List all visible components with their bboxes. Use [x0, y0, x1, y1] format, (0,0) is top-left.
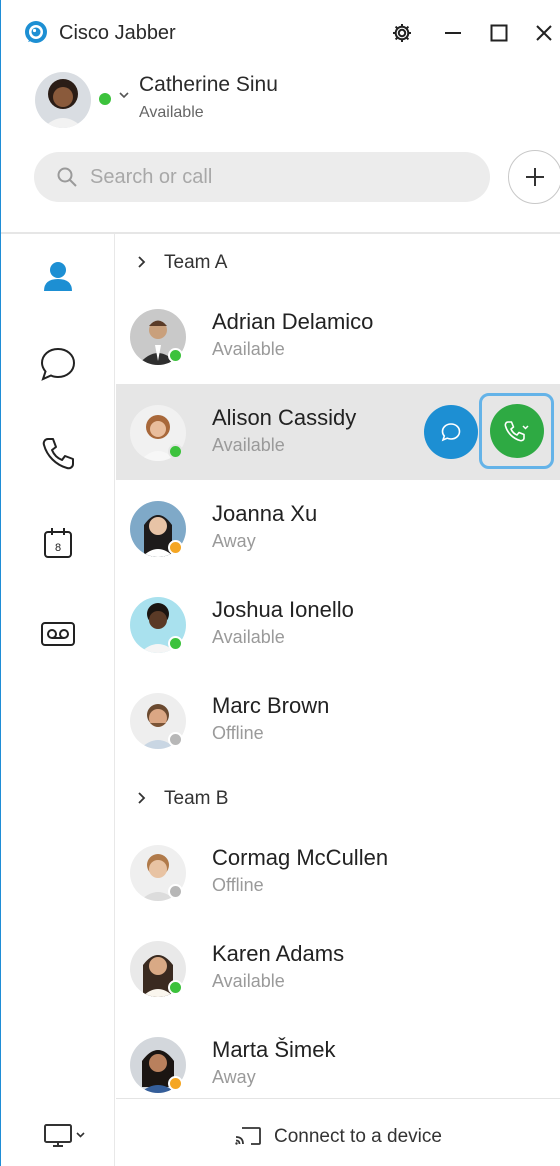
gear-icon	[393, 24, 411, 42]
maximize-icon	[490, 24, 508, 42]
group-label: Team A	[164, 252, 228, 273]
contact-name: Karen Adams	[212, 941, 345, 966]
profile-name: Catherine Sinu	[139, 73, 278, 96]
status-dot	[168, 1076, 183, 1091]
search-input[interactable]	[90, 152, 470, 202]
nav-meetings[interactable]: 8	[33, 518, 83, 568]
nav-chat[interactable]	[33, 339, 83, 389]
monitor-icon	[44, 1124, 85, 1147]
chevron-right-icon	[138, 256, 146, 268]
chat-bubble-icon	[441, 423, 461, 442]
status-dot	[168, 884, 183, 899]
status-dot	[168, 540, 183, 555]
jabber-logo-icon	[25, 21, 47, 43]
plus-icon	[526, 168, 544, 186]
close-button[interactable]	[529, 18, 559, 48]
left-nav: 8	[1, 234, 115, 1166]
app-title: Cisco Jabber	[59, 22, 176, 44]
chevron-down-icon[interactable]	[117, 88, 131, 102]
contact-row-marc-brown[interactable]: Marc Brown Offline	[116, 672, 560, 768]
contact-row-cormag-mccullen[interactable]: Cormag McCullen Offline	[116, 824, 560, 920]
group-header-team-a[interactable]: Team A	[116, 236, 560, 288]
profile-avatar-image	[35, 72, 91, 128]
close-icon	[536, 25, 552, 41]
contact-presence: Away	[212, 1067, 256, 1087]
calendar-day: 8	[55, 542, 61, 554]
maximize-button[interactable]	[484, 18, 514, 48]
call-button-focus-ring	[479, 393, 554, 469]
chat-bubble-icon	[40, 347, 76, 381]
cast-icon	[235, 1127, 261, 1145]
group-label: Team B	[164, 788, 229, 809]
minimize-icon	[445, 32, 461, 34]
contact-presence: Offline	[212, 723, 264, 743]
phone-icon	[42, 438, 74, 470]
profile-presence[interactable]: Available	[139, 104, 204, 122]
search-box[interactable]	[34, 152, 490, 202]
search-icon	[57, 167, 77, 187]
add-button[interactable]	[508, 150, 560, 204]
chevron-right-icon	[138, 792, 146, 804]
phone-dropdown-icon	[504, 421, 529, 442]
group-header-team-b[interactable]: Team B	[116, 772, 560, 824]
contact-presence: Available	[212, 339, 285, 359]
settings-button[interactable]	[387, 18, 417, 48]
contact-presence: Available	[212, 971, 285, 991]
call-button[interactable]	[489, 404, 544, 458]
contact-presence: Available	[212, 627, 285, 647]
status-dot	[168, 444, 183, 459]
status-dot	[168, 348, 183, 363]
contact-presence: Available	[212, 435, 285, 455]
contact-name: Marta Šimek	[212, 1037, 336, 1062]
contact-name: Joshua Ionello	[212, 597, 354, 622]
nav-contacts[interactable]	[33, 251, 83, 301]
status-dot	[168, 636, 183, 651]
contact-name: Marc Brown	[212, 693, 330, 718]
contact-row-joanna-xu[interactable]: Joanna Xu Away	[116, 480, 560, 576]
profile-status-dot	[99, 93, 111, 105]
contact-row-adrian-delamico[interactable]: Adrian Delamico Available	[116, 288, 560, 384]
chat-button[interactable]	[424, 405, 478, 459]
contact-row-joshua-ionello[interactable]: Joshua Ionello Available	[116, 576, 560, 672]
contact-presence: Away	[212, 531, 256, 551]
connect-device-bar[interactable]: Connect to a device	[116, 1098, 560, 1166]
nav-voicemail[interactable]	[33, 609, 83, 659]
title-bar: Cisco Jabber	[1, 0, 560, 64]
person-icon	[44, 262, 72, 291]
contact-presence: Offline	[212, 875, 264, 895]
voicemail-icon	[41, 622, 75, 646]
calendar-icon: 8	[44, 528, 72, 558]
contact-row-marta-simek[interactable]: Marta Šimek Away	[116, 1016, 560, 1098]
contact-row-alison-cassidy[interactable]: Alison Cassidy Available	[116, 384, 560, 480]
contact-name: Alison Cassidy	[212, 405, 357, 430]
connect-device-label: Connect to a device	[274, 1126, 442, 1147]
nav-calls[interactable]	[33, 429, 83, 479]
contact-name: Joanna Xu	[212, 501, 318, 526]
contact-row-karen-adams[interactable]: Karen Adams Available	[116, 920, 560, 1016]
contact-name: Adrian Delamico	[212, 309, 374, 334]
minimize-button[interactable]	[438, 18, 468, 48]
status-dot	[168, 732, 183, 747]
jabber-window: Cisco Jabber Catherine Sinu Available Se…	[0, 0, 560, 1166]
contact-list: Team A Adrian Delamico Available Alison …	[116, 234, 560, 1098]
profile-avatar[interactable]	[35, 72, 91, 128]
status-dot	[168, 980, 183, 995]
device-selector[interactable]	[39, 1116, 93, 1156]
contact-name: Cormag McCullen	[212, 845, 389, 870]
